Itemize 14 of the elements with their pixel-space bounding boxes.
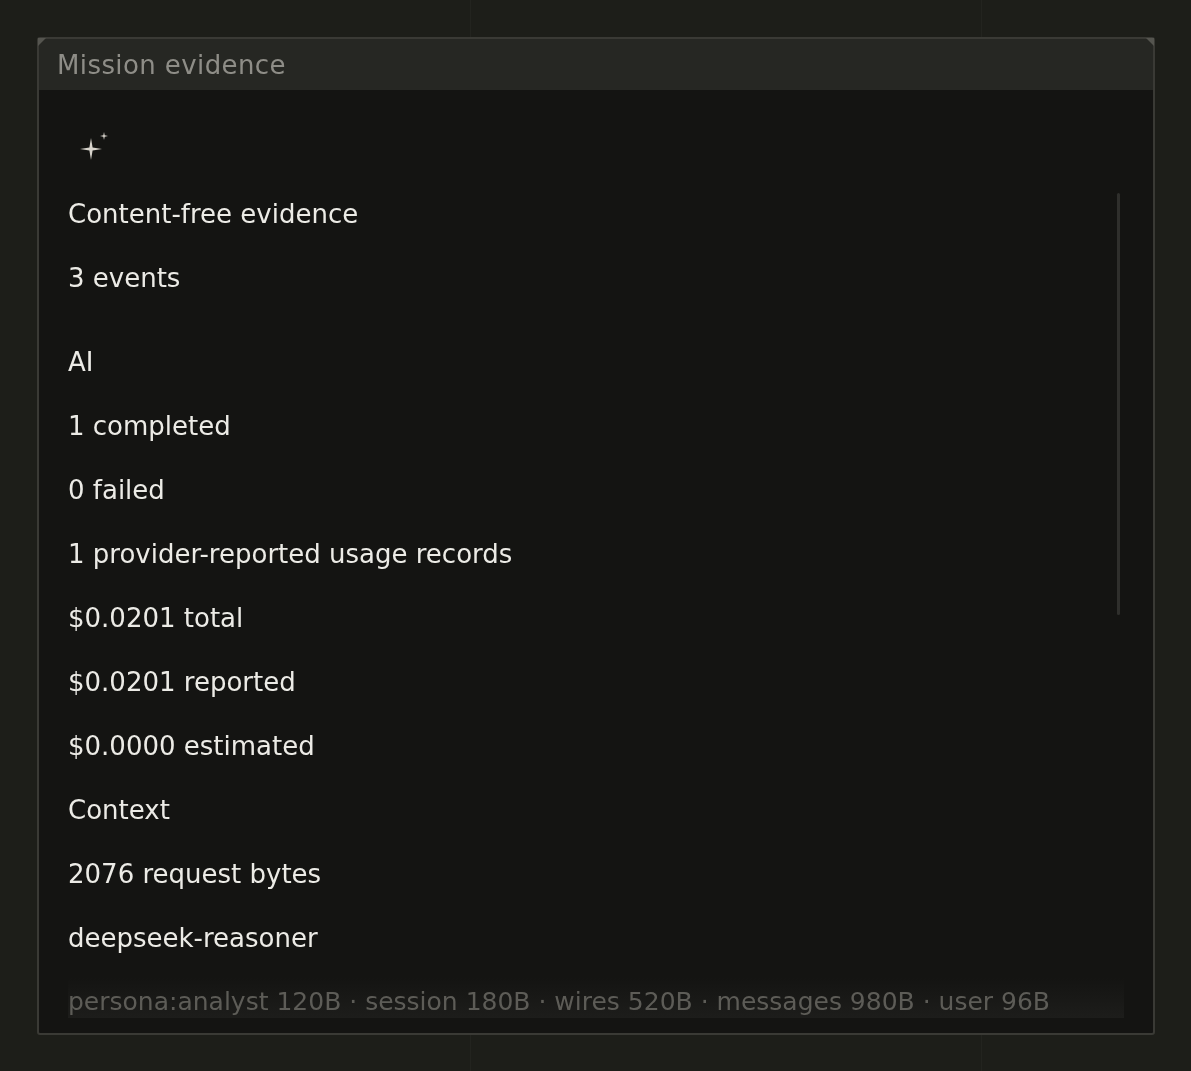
usage-records: 1 provider-reported usage records — [68, 538, 513, 570]
event-count: 3 events — [68, 262, 181, 294]
cost-line: $0.0201 reported — [68, 666, 296, 698]
failed-count: 0 failed — [68, 474, 165, 506]
completed-count: 1 completed — [68, 410, 231, 442]
request-bytes: 2076 request bytes — [68, 858, 322, 890]
cost-line: $0.0000 estimated — [68, 730, 315, 762]
section-label: AI — [68, 346, 94, 378]
model-name: deepseek-reasoner — [68, 922, 318, 954]
corner-mark-icon — [38, 38, 46, 46]
cost-line: $0.0201 total — [68, 602, 244, 634]
evidence-heading: Content-free evidence — [68, 198, 359, 230]
panel-title: Mission evidence — [57, 49, 286, 80]
section-label: Context — [68, 794, 170, 826]
